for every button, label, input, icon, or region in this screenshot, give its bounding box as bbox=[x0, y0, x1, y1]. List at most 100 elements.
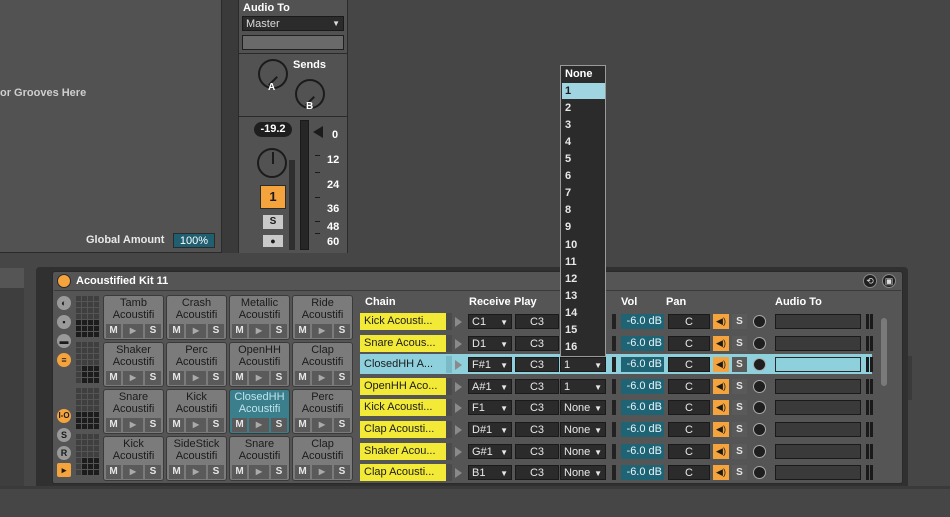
chain-play-icon[interactable] bbox=[455, 360, 462, 371]
drum-pad[interactable]: Perc Acoustifi M ▶ S bbox=[166, 342, 227, 387]
drum-pad[interactable]: Tamb Acoustifi M ▶ S bbox=[103, 295, 164, 340]
receive-note-select[interactable]: F#1 ▼ bbox=[468, 357, 512, 373]
chain-name[interactable]: Snare Acous... bbox=[360, 334, 446, 352]
speaker-icon[interactable]: ◀) bbox=[713, 314, 729, 329]
chain-row[interactable]: Shaker Acou... G#1 ▼ C3 None ▼ -6.0 dB C ◀) S bbox=[360, 441, 873, 461]
choke-menu-item[interactable]: 5 bbox=[562, 151, 605, 167]
pad-play-button[interactable]: ▶ bbox=[123, 418, 143, 432]
chain-name[interactable]: ClosedHH A... bbox=[360, 356, 446, 374]
pad-solo-button[interactable]: S bbox=[208, 324, 224, 338]
pad-solo-button[interactable]: S bbox=[208, 418, 224, 432]
choke-menu-item[interactable]: 7 bbox=[562, 185, 605, 201]
choke-select[interactable]: None ▼ bbox=[560, 400, 606, 416]
pad-play-button[interactable]: ▶ bbox=[123, 371, 143, 385]
choke-menu-item[interactable]: 8 bbox=[562, 202, 605, 218]
pad-solo-button[interactable]: S bbox=[145, 418, 161, 432]
drum-pad[interactable]: Snare Acoustifi M ▶ S bbox=[229, 436, 290, 481]
play-note-field[interactable]: C3 bbox=[515, 422, 559, 437]
choke-menu-item[interactable]: 13 bbox=[562, 288, 605, 304]
pad-solo-button[interactable]: S bbox=[334, 371, 350, 385]
chain-row[interactable]: ClosedHH A... F#1 ▼ C3 1 ▼ -6.0 dB C ◀) S bbox=[360, 354, 873, 375]
drum-pad[interactable]: Clap Acoustifi M ▶ S bbox=[292, 436, 353, 481]
choke-select[interactable]: None ▼ bbox=[560, 465, 606, 481]
hot-swap-icon[interactable] bbox=[753, 336, 766, 350]
receive-note-select[interactable]: B1 ▼ bbox=[468, 465, 512, 481]
receive-note-select[interactable]: C1 ▼ bbox=[468, 314, 512, 329]
chain-name[interactable]: Clap Acousti... bbox=[360, 421, 446, 438]
pad-solo-button[interactable]: S bbox=[271, 465, 287, 479]
drum-pad[interactable]: Shaker Acoustifi M ▶ S bbox=[103, 342, 164, 387]
choke-menu-item[interactable]: None bbox=[562, 66, 605, 82]
drum-pad[interactable]: Kick Acoustifi M ▶ S bbox=[166, 389, 227, 434]
pad-play-button[interactable]: ▶ bbox=[186, 418, 206, 432]
speaker-icon[interactable]: ◀) bbox=[713, 443, 729, 459]
pad-play-button[interactable]: ▶ bbox=[249, 324, 269, 338]
pad-solo-button[interactable]: S bbox=[145, 465, 161, 479]
chain-solo-button[interactable]: S bbox=[732, 465, 747, 481]
chain-pan-field[interactable]: C bbox=[668, 378, 710, 394]
choke-menu-item[interactable]: 14 bbox=[562, 305, 605, 321]
speaker-icon[interactable]: ◀) bbox=[713, 422, 729, 437]
pad-solo-button[interactable]: S bbox=[145, 371, 161, 385]
receive-note-select[interactable]: D1 ▼ bbox=[468, 335, 512, 351]
audio-to-channel-select[interactable] bbox=[242, 35, 344, 50]
random-icon[interactable]: ▬ bbox=[57, 334, 71, 348]
chain-volume-field[interactable]: -6.0 dB bbox=[621, 400, 664, 416]
chain-row[interactable]: Kick Acousti... F1 ▼ C3 None ▼ -6.0 dB C ◀) S bbox=[360, 397, 873, 417]
chain-pan-field[interactable]: C bbox=[668, 443, 710, 459]
pad-solo-button[interactable]: S bbox=[271, 371, 287, 385]
receive-note-select[interactable]: D#1 ▼ bbox=[468, 422, 512, 437]
pad-play-button[interactable]: ▶ bbox=[123, 465, 143, 479]
chain-volume-field[interactable]: -6.0 dB bbox=[621, 422, 664, 437]
auto-select-icon[interactable]: ▸ bbox=[57, 463, 71, 477]
pan-knob[interactable] bbox=[257, 148, 287, 178]
pad-play-button[interactable]: ▶ bbox=[249, 418, 269, 432]
choke-menu-item[interactable]: 9 bbox=[562, 219, 605, 235]
chain-pan-field[interactable]: C bbox=[668, 400, 710, 416]
chain-play-icon[interactable] bbox=[455, 381, 462, 392]
groove-pool-panel[interactable] bbox=[0, 0, 222, 253]
chain-play-icon[interactable] bbox=[455, 446, 462, 457]
hot-swap-icon[interactable] bbox=[753, 379, 766, 393]
chain-list-icon[interactable]: ≡ bbox=[57, 353, 71, 367]
chain-row[interactable]: Snare Acous... D1 ▼ C3 -6.0 dB C ◀) S bbox=[360, 333, 873, 353]
fader-handle-icon[interactable] bbox=[313, 126, 323, 138]
speaker-icon[interactable]: ◀) bbox=[713, 335, 729, 351]
pad-solo-button[interactable]: S bbox=[271, 324, 287, 338]
pad-solo-button[interactable]: S bbox=[208, 465, 224, 479]
hot-swap-icon[interactable] bbox=[753, 466, 766, 480]
play-note-field[interactable]: C3 bbox=[515, 465, 559, 481]
pad-solo-button[interactable]: S bbox=[145, 324, 161, 338]
io-toggle-button[interactable]: I-O bbox=[57, 409, 71, 423]
pad-mute-button[interactable]: M bbox=[169, 324, 184, 338]
hot-swap-icon[interactable] bbox=[753, 315, 766, 328]
pad-mute-button[interactable]: M bbox=[232, 418, 247, 432]
pad-mute-button[interactable]: M bbox=[106, 418, 121, 432]
hot-swap-icon[interactable] bbox=[753, 444, 766, 458]
pad-mute-button[interactable]: M bbox=[295, 324, 310, 338]
choke-menu-item[interactable]: 11 bbox=[562, 254, 605, 270]
drum-pad[interactable]: Kick Acoustifi M ▶ S bbox=[103, 436, 164, 481]
chain-row[interactable]: Clap Acousti... B1 ▼ C3 None ▼ -6.0 dB C ◀) S bbox=[360, 462, 873, 482]
chain-solo-button[interactable]: S bbox=[732, 378, 747, 394]
chain-play-icon[interactable] bbox=[455, 468, 462, 479]
pad-mute-button[interactable]: M bbox=[106, 324, 121, 338]
pad-play-button[interactable]: ▶ bbox=[249, 371, 269, 385]
chain-audio-to-select[interactable] bbox=[775, 465, 861, 481]
chain-audio-to-select[interactable] bbox=[775, 378, 861, 394]
pad-play-button[interactable]: ▶ bbox=[186, 324, 206, 338]
choke-menu-item[interactable]: 16 bbox=[562, 339, 605, 355]
drum-pad[interactable]: Clap Acoustifi M ▶ S bbox=[292, 342, 353, 387]
volume-fader[interactable] bbox=[300, 120, 309, 250]
choke-select[interactable]: None ▼ bbox=[560, 422, 606, 437]
chain-pan-field[interactable]: C bbox=[668, 465, 710, 481]
track-solo-button[interactable]: S bbox=[263, 215, 283, 229]
chain-name[interactable]: Shaker Acou... bbox=[360, 442, 446, 460]
returns-toggle-button[interactable]: R bbox=[57, 446, 71, 460]
pad-mute-button[interactable]: M bbox=[295, 465, 310, 479]
pad-mute-button[interactable]: M bbox=[295, 418, 310, 432]
speaker-icon[interactable]: ◀) bbox=[713, 378, 729, 394]
drum-pad[interactable]: Snare Acoustifi M ▶ S bbox=[103, 389, 164, 434]
chain-name[interactable]: Kick Acousti... bbox=[360, 399, 446, 417]
sends-toggle-button[interactable]: S bbox=[57, 428, 71, 442]
